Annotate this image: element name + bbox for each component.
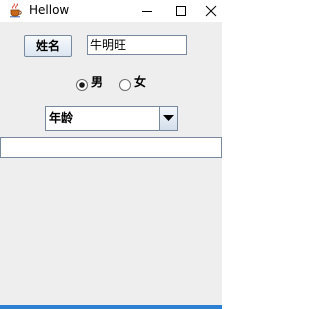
java-cup-icon[interactable] (8, 3, 23, 18)
content-panel: 姓名 牛明旺 男 女 年龄 (0, 22, 222, 305)
age-select-value: 年龄 (49, 111, 74, 125)
radio-selected-icon[interactable] (76, 76, 88, 91)
dropdown-arrow-button[interactable] (159, 107, 177, 130)
maximize-icon[interactable] (166, 0, 196, 22)
text-field[interactable] (0, 137, 222, 158)
close-icon[interactable] (196, 0, 226, 22)
minimize-icon[interactable] (132, 0, 162, 22)
age-select[interactable]: 年龄 (45, 106, 178, 131)
window-title: Hellow (29, 3, 70, 17)
name-button[interactable]: 姓名 (24, 35, 72, 57)
app-window: Hellow 姓名 牛明旺 男 女 年龄 (0, 0, 222, 309)
gender-female-radio[interactable]: 女 (119, 74, 153, 91)
title-bar[interactable]: Hellow (0, 0, 222, 22)
gender-male-label: 男 (91, 75, 104, 89)
gender-female-label: 女 (134, 75, 147, 89)
window-bottom-edge (0, 305, 222, 309)
triangle-down-icon (163, 115, 174, 121)
name-input[interactable]: 牛明旺 (87, 35, 187, 55)
radio-unselected-icon[interactable] (119, 76, 131, 91)
gender-male-radio[interactable]: 男 (76, 74, 110, 91)
